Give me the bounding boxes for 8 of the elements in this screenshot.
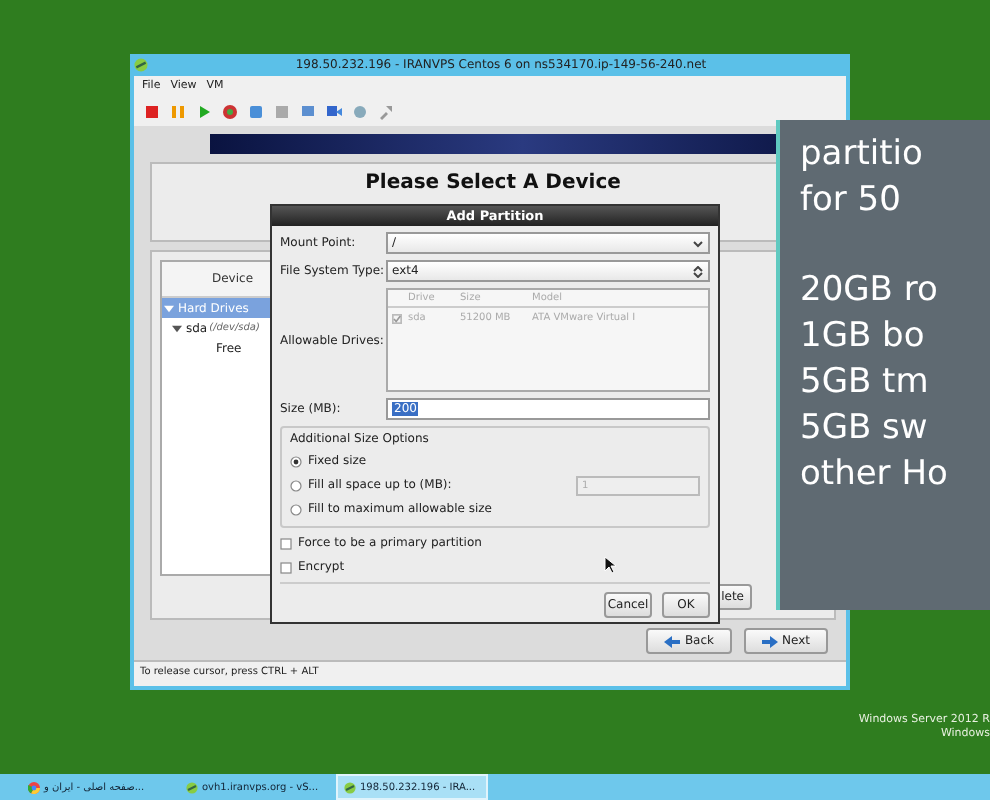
overlay-text: partitio <box>800 132 923 178</box>
overlay-text: 5GB sw <box>800 406 928 452</box>
overlay-text: other Ho <box>800 452 948 498</box>
overlay-text: 1GB bo <box>800 314 925 360</box>
page-heading: Please Select A Device <box>365 172 621 194</box>
overlay-text: 5GB tm <box>800 360 929 406</box>
overlay-text: for 50 <box>800 178 901 224</box>
overlay-text: 20GB ro <box>800 268 938 314</box>
